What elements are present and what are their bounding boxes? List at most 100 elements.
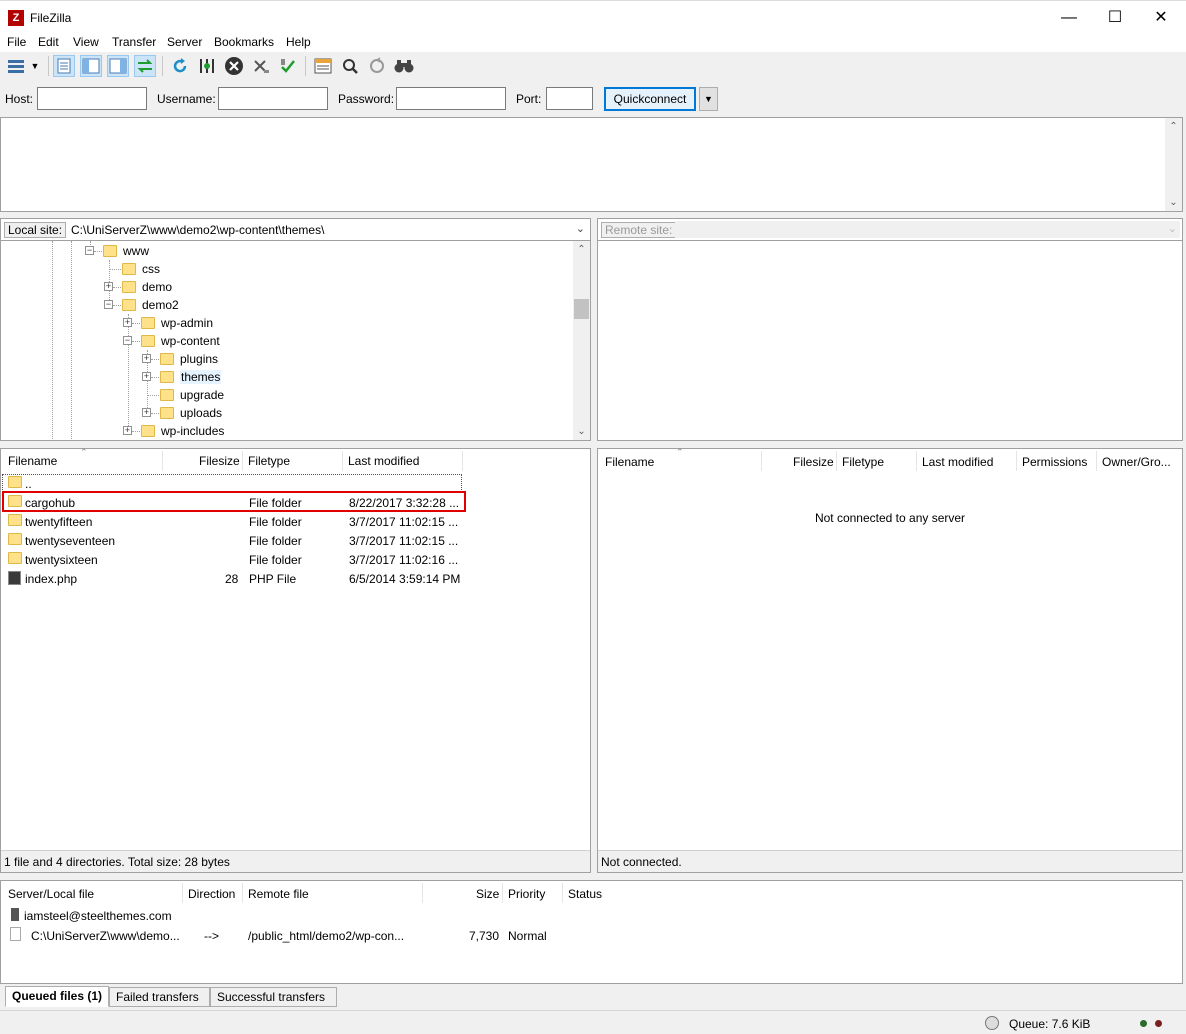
transfer-queue[interactable]: Server/Local file Direction Remote file … (0, 880, 1183, 984)
toggle-message-log-icon[interactable] (53, 55, 75, 77)
reconnect-icon[interactable] (277, 55, 299, 77)
tab-queued-files[interactable]: Queued files (1) (5, 986, 110, 1007)
scroll-thumb[interactable] (574, 299, 589, 319)
scroll-up-icon[interactable]: ⌃ (1165, 118, 1182, 135)
file-row-twentysixteen[interactable]: twentysixteen File folder 3/7/2017 11:02… (1, 550, 590, 569)
column-filesize[interactable]: Filesize (199, 454, 240, 468)
scroll-down-icon[interactable]: ⌄ (573, 423, 590, 440)
quickconnect-button[interactable]: Quickconnect (604, 87, 696, 111)
site-manager-icon[interactable] (5, 55, 27, 77)
column-filetype[interactable]: Filetype (842, 455, 884, 469)
tree-node-themes[interactable]: themes (160, 368, 222, 386)
cancel-operation-icon[interactable] (223, 55, 245, 77)
folder-icon (8, 514, 22, 526)
synchronized-browsing-icon[interactable] (366, 55, 388, 77)
collapse-www-icon[interactable]: − (85, 246, 94, 255)
expand-uploads-icon[interactable]: + (142, 408, 151, 417)
file-row-index-php[interactable]: index.php 28 PHP File 6/5/2014 3:59:14 P… (1, 569, 590, 588)
expand-plugins-icon[interactable]: + (142, 354, 151, 363)
tree-node-wp-content[interactable]: wp-content (141, 332, 220, 350)
scroll-up-icon[interactable]: ⌃ (573, 241, 590, 258)
menu-edit[interactable]: Edit (38, 35, 59, 49)
site-manager-dropdown-icon[interactable]: ▼ (28, 55, 42, 77)
column-owner-group[interactable]: Owner/Gro... (1102, 455, 1171, 469)
column-permissions[interactable]: Permissions (1022, 455, 1087, 469)
host-input[interactable] (37, 87, 147, 110)
directory-listing-filters-icon[interactable] (312, 55, 334, 77)
file-row-twentyseventeen[interactable]: twentyseventeen File folder 3/7/2017 11:… (1, 531, 590, 550)
toggle-transfer-queue-icon[interactable] (134, 55, 156, 77)
tree-node-demo[interactable]: demo (122, 278, 172, 296)
tree-node-plugins[interactable]: plugins (160, 350, 218, 368)
menu-file[interactable]: File (7, 35, 26, 49)
message-log-scrollbar[interactable]: ⌃ ⌄ (1165, 118, 1182, 211)
local-tree-scrollbar[interactable]: ⌃ ⌄ (573, 241, 590, 440)
scroll-down-icon[interactable]: ⌄ (1165, 194, 1182, 211)
close-icon[interactable]: ✕ (1138, 1, 1184, 34)
column-status[interactable]: Status (568, 887, 602, 901)
menu-bookmarks[interactable]: Bookmarks (214, 35, 274, 49)
column-remote-file[interactable]: Remote file (248, 887, 309, 901)
tree-node-upgrade[interactable]: upgrade (160, 386, 224, 404)
expand-wp-admin-icon[interactable]: + (123, 318, 132, 327)
maximize-icon[interactable]: ☐ (1092, 1, 1138, 34)
folder-icon (122, 263, 136, 275)
speed-limit-icon[interactable] (985, 1016, 999, 1030)
username-input[interactable] (218, 87, 328, 110)
local-status-line: 1 file and 4 directories. Total size: 28… (1, 850, 590, 872)
collapse-wp-content-icon[interactable]: − (123, 336, 132, 345)
folder-icon (8, 552, 22, 564)
column-priority[interactable]: Priority (508, 887, 545, 901)
minimize-icon[interactable]: — (1046, 1, 1092, 34)
menu-help[interactable]: Help (286, 35, 311, 49)
expand-themes-icon[interactable]: + (142, 372, 151, 381)
tree-node-wp-admin[interactable]: wp-admin (141, 314, 213, 332)
local-file-list[interactable]: Filename ⌃ Filesize Filetype Last modifi… (0, 447, 591, 873)
tree-node-css[interactable]: css (122, 260, 160, 278)
local-site-bar: Local site: C:\UniServerZ\www\demo2\wp-c… (0, 218, 591, 241)
tab-failed-transfers[interactable]: Failed transfers (109, 987, 210, 1007)
queue-server-row[interactable]: iamsteel@steelthemes.com (1, 906, 1182, 925)
toggle-remote-tree-icon[interactable] (107, 55, 129, 77)
process-queue-icon[interactable] (196, 55, 218, 77)
queue-size: Queue: 7.6 KiB (1009, 1017, 1091, 1031)
queue-item-row[interactable]: C:\UniServerZ\www\demo... --> /public_ht… (1, 926, 1182, 945)
refresh-icon[interactable] (169, 55, 191, 77)
message-log[interactable]: ⌃ ⌄ (0, 117, 1183, 212)
collapse-demo2-icon[interactable]: − (104, 300, 113, 309)
tree-node-demo2[interactable]: demo2 (122, 296, 179, 314)
column-size[interactable]: Size (476, 887, 499, 901)
column-filesize[interactable]: Filesize (793, 455, 834, 469)
directory-comparison-icon[interactable] (339, 55, 361, 77)
tree-node-www[interactable]: www (103, 242, 149, 260)
column-last-modified[interactable]: Last modified (922, 455, 993, 469)
local-directory-tree[interactable]: − www css + demo − demo2 + wp-admin − wp… (0, 241, 591, 441)
local-path-dropdown-icon[interactable]: ⌄ (576, 222, 585, 235)
column-direction[interactable]: Direction (188, 887, 235, 901)
column-server-local-file[interactable]: Server/Local file (8, 887, 94, 901)
remote-file-list[interactable]: Filename ⌃ Filesize Filetype Last modifi… (597, 447, 1183, 873)
quickconnect-history-dropdown[interactable]: ▼ (699, 87, 718, 111)
search-remote-files-icon[interactable] (393, 55, 415, 77)
file-row-twentyfifteen[interactable]: twentyfifteen File folder 3/7/2017 11:02… (1, 512, 590, 531)
column-filetype[interactable]: Filetype (248, 454, 290, 468)
tree-node-wp-includes[interactable]: wp-includes (141, 422, 224, 440)
menu-view[interactable]: View (73, 35, 99, 49)
tab-successful-transfers[interactable]: Successful transfers (210, 987, 337, 1007)
tree-node-uploads[interactable]: uploads (160, 404, 222, 422)
toggle-local-tree-icon[interactable] (80, 55, 102, 77)
column-filename[interactable]: Filename (8, 454, 57, 468)
disconnect-icon[interactable] (250, 55, 272, 77)
host-label: Host: (5, 92, 34, 106)
port-input[interactable] (546, 87, 593, 110)
menu-server[interactable]: Server (167, 35, 202, 49)
folder-icon (103, 245, 117, 257)
column-last-modified[interactable]: Last modified (348, 454, 419, 468)
menu-transfer[interactable]: Transfer (112, 35, 156, 49)
local-site-path[interactable]: C:\UniServerZ\www\demo2\wp-content\theme… (71, 223, 324, 237)
password-input[interactable] (396, 87, 506, 110)
expand-wp-includes-icon[interactable]: + (123, 426, 132, 435)
expand-demo-icon[interactable]: + (104, 282, 113, 291)
remote-directory-tree[interactable] (597, 241, 1183, 441)
column-filename[interactable]: Filename (605, 455, 654, 469)
